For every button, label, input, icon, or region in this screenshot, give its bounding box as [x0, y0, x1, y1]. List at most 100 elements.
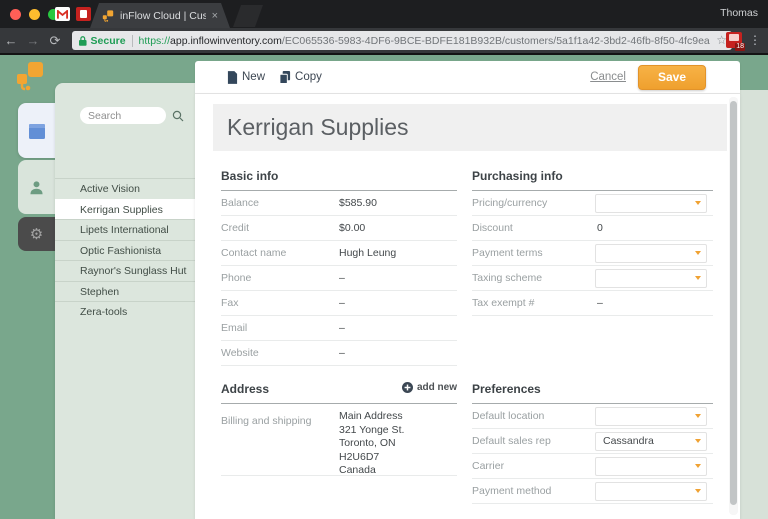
page-url: https://app.inflowinventory.com/EC065536… [139, 35, 710, 47]
pinned-tab[interactable] [76, 7, 91, 21]
browser-toolbar: ← → ⟳ Secure https://app.inflowinventory… [0, 28, 768, 55]
scrollbar-track[interactable] [729, 97, 738, 515]
browser-extension-button[interactable]: 18 [726, 32, 742, 48]
payment-method-dropdown[interactable] [595, 482, 707, 501]
new-tab-button[interactable] [233, 5, 263, 27]
forward-icon[interactable]: → [22, 33, 44, 48]
person-icon [28, 179, 45, 196]
address-heading-text: Address [221, 382, 269, 396]
tax-exempt-field[interactable]: – [597, 297, 603, 309]
pinned-tab-icon [80, 10, 87, 18]
customer-list-panel: Active Vision Kerrigan Supplies Lipets I… [55, 83, 195, 519]
website-field[interactable]: – [339, 347, 345, 359]
back-icon[interactable]: ← [0, 33, 22, 48]
gmail-icon [57, 10, 68, 19]
list-item[interactable]: Zera-tools [55, 301, 195, 322]
taxing-scheme-dropdown[interactable] [595, 269, 707, 288]
default-sales-rep-dropdown[interactable]: Cassandra [595, 432, 707, 451]
nav-tab-customers[interactable] [18, 160, 55, 214]
reload-icon[interactable]: ⟳ [44, 33, 66, 49]
copy-button[interactable]: Copy [279, 71, 322, 84]
cancel-link[interactable]: Cancel [590, 71, 626, 83]
customer-list: Active Vision Kerrigan Supplies Lipets I… [55, 178, 195, 322]
copy-button-label: Copy [295, 71, 322, 83]
field-row-fax: Fax – [221, 291, 457, 316]
field-row-phone: Phone – [221, 266, 457, 291]
field-row-default-location: Default location [472, 404, 713, 429]
field-row-balance: Balance $585.90 [221, 191, 457, 216]
field-label: Tax exempt # [472, 297, 534, 309]
nav-tab-inventory[interactable] [18, 103, 55, 158]
field-label: Payment terms [472, 247, 543, 259]
url-path: /EC065536-5983-4DF6-9BCE-BDFE181B932B/cu… [282, 35, 710, 47]
pricing-currency-dropdown[interactable] [595, 194, 707, 213]
field-row-payment-method: Payment method [472, 479, 713, 504]
search-icon[interactable] [172, 110, 184, 122]
chevron-down-icon [695, 414, 701, 418]
address-bar[interactable]: Secure https://app.inflowinventory.com/E… [72, 31, 732, 50]
list-item[interactable]: Active Vision [55, 178, 195, 199]
field-row-email: Email – [221, 316, 457, 341]
email-field[interactable]: – [339, 322, 345, 334]
field-row-payment-terms: Payment terms [472, 241, 713, 266]
chevron-down-icon [695, 251, 701, 255]
window-controls[interactable] [10, 9, 59, 20]
list-item-selected[interactable]: Kerrigan Supplies [55, 199, 195, 220]
list-item[interactable]: Optic Fashionista [55, 240, 195, 261]
address-line: 321 Yonge St. [339, 424, 404, 438]
lock-icon [79, 36, 87, 46]
fax-field[interactable]: – [339, 297, 345, 309]
field-row-default-sales-rep: Default sales rep Cassandra [472, 429, 713, 454]
section-heading-address: Address add new [221, 382, 457, 404]
field-label: Website [221, 347, 259, 359]
browser-menu-icon[interactable]: ⋮ [749, 33, 761, 47]
list-item[interactable]: Lipets International [55, 219, 195, 240]
phone-field[interactable]: – [339, 272, 345, 284]
scrollbar-thumb[interactable] [730, 101, 737, 505]
address-row[interactable]: Billing and shipping Main Address 321 Yo… [221, 404, 457, 476]
section-heading-purchasing-info: Purchasing info [472, 169, 713, 191]
field-label: Balance [221, 197, 259, 209]
contact-name-field[interactable]: Hugh Leung [339, 247, 396, 259]
secure-label: Secure [91, 35, 126, 47]
field-row-carrier: Carrier [472, 454, 713, 479]
carrier-dropdown[interactable] [595, 457, 707, 476]
save-button[interactable]: Save [638, 65, 706, 90]
field-label: Credit [221, 222, 249, 234]
field-label: Fax [221, 297, 239, 309]
close-window-button[interactable] [10, 9, 21, 20]
minimize-window-button[interactable] [29, 9, 40, 20]
customer-title-bar: Kerrigan Supplies [213, 104, 727, 151]
active-browser-tab[interactable]: inFlow Cloud | Customers × [90, 3, 230, 28]
chevron-down-icon [695, 439, 701, 443]
chevron-down-icon [695, 464, 701, 468]
nav-tab-settings[interactable]: ⚙ [18, 217, 55, 251]
list-item[interactable]: Raynor's Sunglass Hut [55, 260, 195, 281]
close-tab-icon[interactable]: × [212, 10, 218, 22]
plus-circle-icon [402, 382, 413, 393]
pinned-tab-gmail[interactable] [55, 7, 70, 21]
default-location-dropdown[interactable] [595, 407, 707, 426]
extension-badge: 18 [735, 43, 745, 51]
list-item[interactable]: Stephen [55, 281, 195, 302]
payment-terms-dropdown[interactable] [595, 244, 707, 263]
customer-name-field[interactable]: Kerrigan Supplies [227, 114, 409, 141]
field-row-contact-name: Contact name Hugh Leung [221, 241, 457, 266]
address-line: Main Address [339, 410, 404, 424]
address-line: Toronto, ON [339, 437, 404, 451]
url-host: app.inflowinventory.com [170, 35, 282, 47]
new-button[interactable]: New [227, 71, 265, 84]
search-input[interactable] [80, 107, 166, 124]
field-row-pricing-currency: Pricing/currency [472, 191, 713, 216]
record-action-bar: New Copy Cancel Save [195, 61, 740, 94]
chevron-down-icon [695, 489, 701, 493]
inflow-logo [15, 61, 45, 91]
credit-value: $0.00 [339, 222, 365, 234]
box-icon [28, 123, 46, 139]
address-section: Address add new Billing and shipping Mai… [221, 382, 457, 476]
discount-field[interactable]: 0 [597, 222, 603, 234]
field-row-website: Website – [221, 341, 457, 366]
browser-profile-name[interactable]: Thomas [720, 7, 758, 19]
add-new-address-button[interactable]: add new [402, 382, 457, 393]
address-line: H2U6D7 [339, 451, 404, 465]
